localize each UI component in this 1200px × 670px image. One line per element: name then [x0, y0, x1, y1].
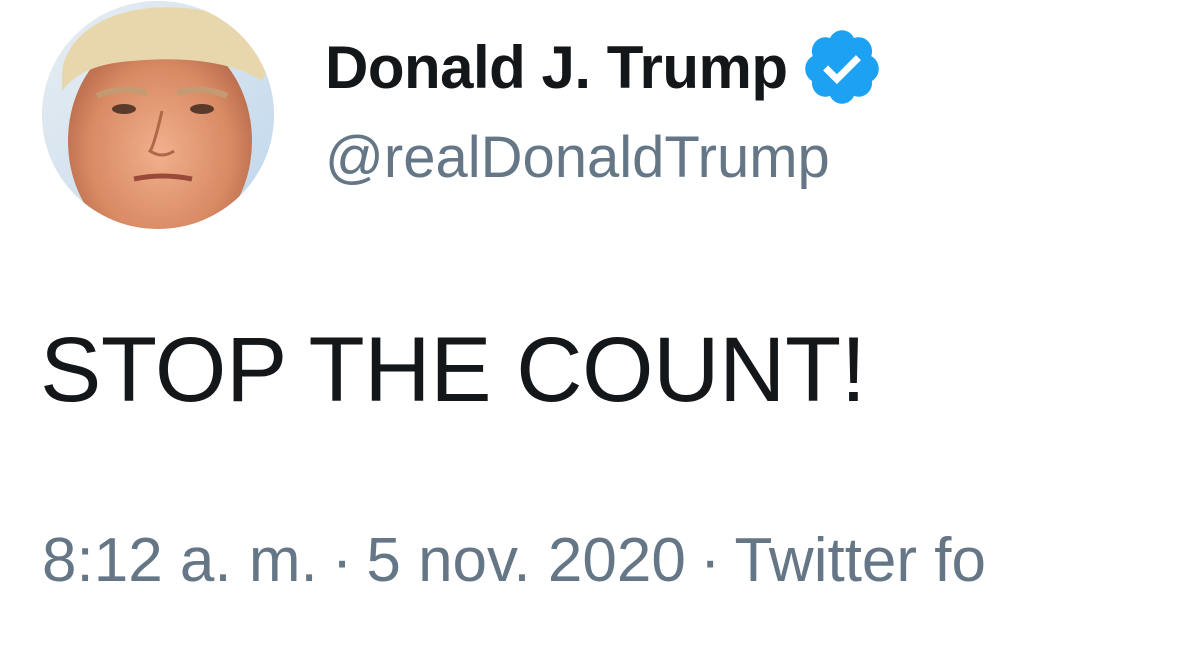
tweet-text: STOP THE COUNT!	[40, 319, 866, 421]
tweet-card: Donald J. Trump @realDonaldTrump STOP TH…	[0, 0, 1200, 670]
tweet-meta: 8:12 a. m. · 5 nov. 2020 · Twitter fo	[42, 525, 986, 596]
author-name-row: Donald J. Trump	[325, 24, 884, 110]
avatar-photo	[42, 1, 274, 229]
tweet-source-link[interactable]: Twitter fo	[734, 526, 986, 595]
tweet-date[interactable]: 5 nov. 2020	[366, 526, 685, 595]
meta-separator: ·	[699, 526, 721, 595]
avatar[interactable]	[42, 1, 274, 229]
verified-badge-icon	[800, 25, 884, 109]
meta-separator: ·	[331, 526, 353, 595]
user-handle[interactable]: @realDonaldTrump	[325, 124, 830, 191]
tweet-time[interactable]: 8:12 a. m.	[42, 526, 318, 595]
display-name[interactable]: Donald J. Trump	[325, 33, 788, 102]
